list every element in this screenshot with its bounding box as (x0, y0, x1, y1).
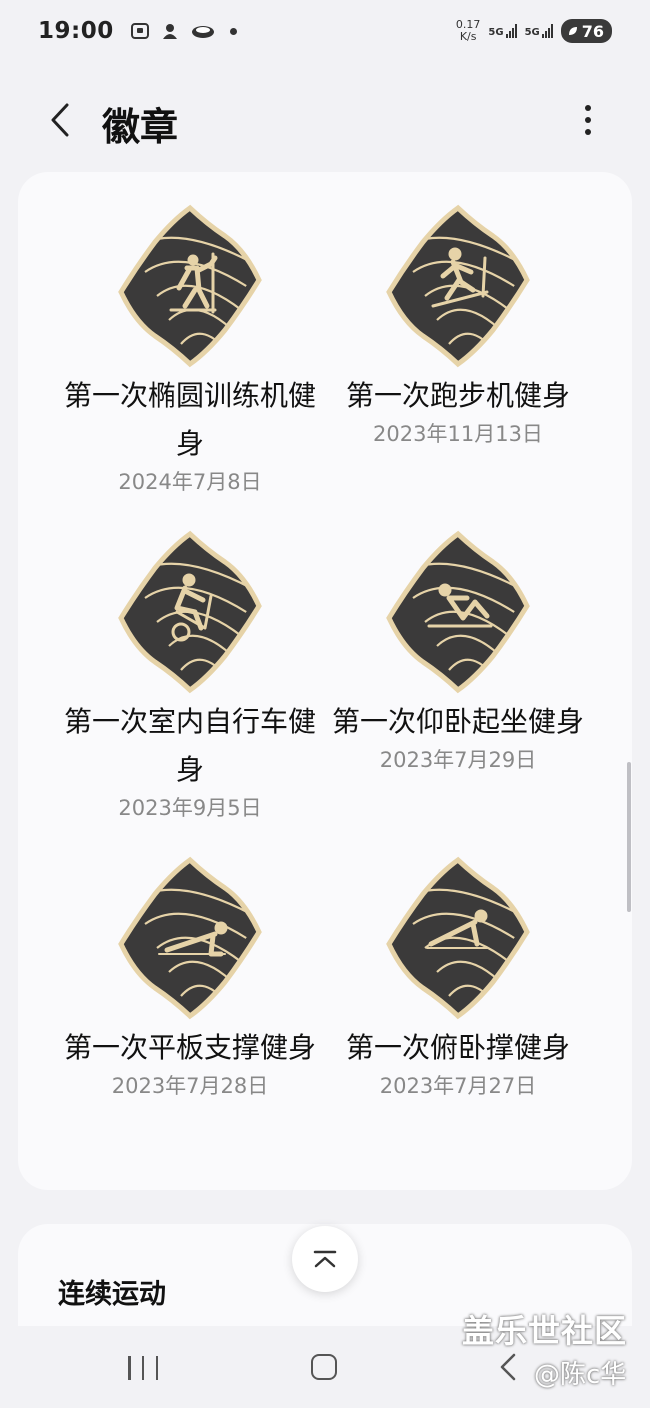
status-time: 19:00 (38, 18, 114, 44)
signal-2-icon: 5G (525, 24, 553, 38)
badge-card: 第一次椭圆训练机健身 2024年7月8日 第一次跑步机健身 2023年11月13… (18, 172, 632, 1190)
badge-date: 2023年7月29日 (379, 748, 537, 772)
badge-title: 第一次仰卧起坐健身 (331, 705, 584, 738)
watermark-user: @陈c华 (534, 1360, 627, 1390)
more-vertical-icon (585, 105, 591, 111)
nav-back-button[interactable] (498, 1352, 518, 1382)
badge-item[interactable]: 第一次仰卧起坐健身 2023年7月29日 (318, 528, 598, 774)
status-notification-icons (130, 22, 237, 40)
app-bar: 徽章 (0, 80, 650, 160)
chevron-left-icon (51, 103, 69, 137)
badge-item[interactable]: 第一次俯卧撑健身 2023年7月27日 (318, 854, 598, 1100)
badge-date: 2023年7月28日 (111, 1074, 269, 1098)
pushup-icon (386, 856, 530, 1020)
badge-title: 第一次椭圆训练机健身 (63, 379, 316, 460)
home-button[interactable] (311, 1354, 337, 1380)
badge-date: 2023年9月5日 (118, 796, 262, 820)
app-notification-icon (162, 24, 177, 39)
status-bar: 19:00 0.17 K/s 5G 5G 76 (0, 0, 650, 62)
watermark-brand: 盖乐世社区 (462, 1312, 628, 1350)
page-title: 徽章 (102, 105, 179, 149)
badge-date: 2023年7月27日 (379, 1074, 537, 1098)
badge-title: 第一次俯卧撑健身 (345, 1031, 570, 1064)
more-notifications-dot (229, 27, 237, 35)
section-title: 连续运动 (58, 1279, 166, 1310)
badge-title: 第一次跑步机健身 (345, 379, 570, 412)
indoor-bike-icon (118, 530, 262, 694)
back-button[interactable] (40, 98, 80, 142)
badge-item[interactable]: 第一次椭圆训练机健身 2024年7月8日 (50, 202, 330, 496)
scrollbar[interactable] (627, 762, 631, 912)
badge-item[interactable]: 第一次室内自行车健身 2023年9月5日 (50, 528, 330, 822)
badge-item[interactable]: 第一次跑步机健身 2023年11月13日 (318, 202, 598, 448)
screenshot-icon (130, 23, 149, 39)
network-speed: 0.17 K/s (455, 18, 481, 43)
elliptical-trainer-icon (118, 204, 262, 368)
badge-item[interactable]: 第一次平板支撑健身 2023年7月28日 (50, 854, 330, 1100)
badge-date: 2024年7月8日 (118, 470, 262, 494)
chevron-up-icon (313, 1250, 337, 1268)
treadmill-icon (386, 204, 530, 368)
badge-title: 第一次室内自行车健身 (63, 705, 316, 786)
leaf-icon (568, 27, 577, 35)
badge-date: 2023年11月13日 (373, 422, 543, 446)
situp-icon (386, 530, 530, 694)
scroll-to-top-button[interactable] (292, 1226, 358, 1292)
more-options-button[interactable] (568, 98, 608, 142)
plank-icon (118, 856, 262, 1020)
status-system-icons: 0.17 K/s 5G 5G 76 (456, 19, 612, 43)
cloud-app-icon (191, 26, 214, 38)
signal-1-icon: 5G (488, 24, 517, 38)
badge-title: 第一次平板支撑健身 (63, 1031, 316, 1064)
recent-apps-button[interactable] (128, 1356, 158, 1380)
battery-indicator: 76 (560, 19, 612, 43)
